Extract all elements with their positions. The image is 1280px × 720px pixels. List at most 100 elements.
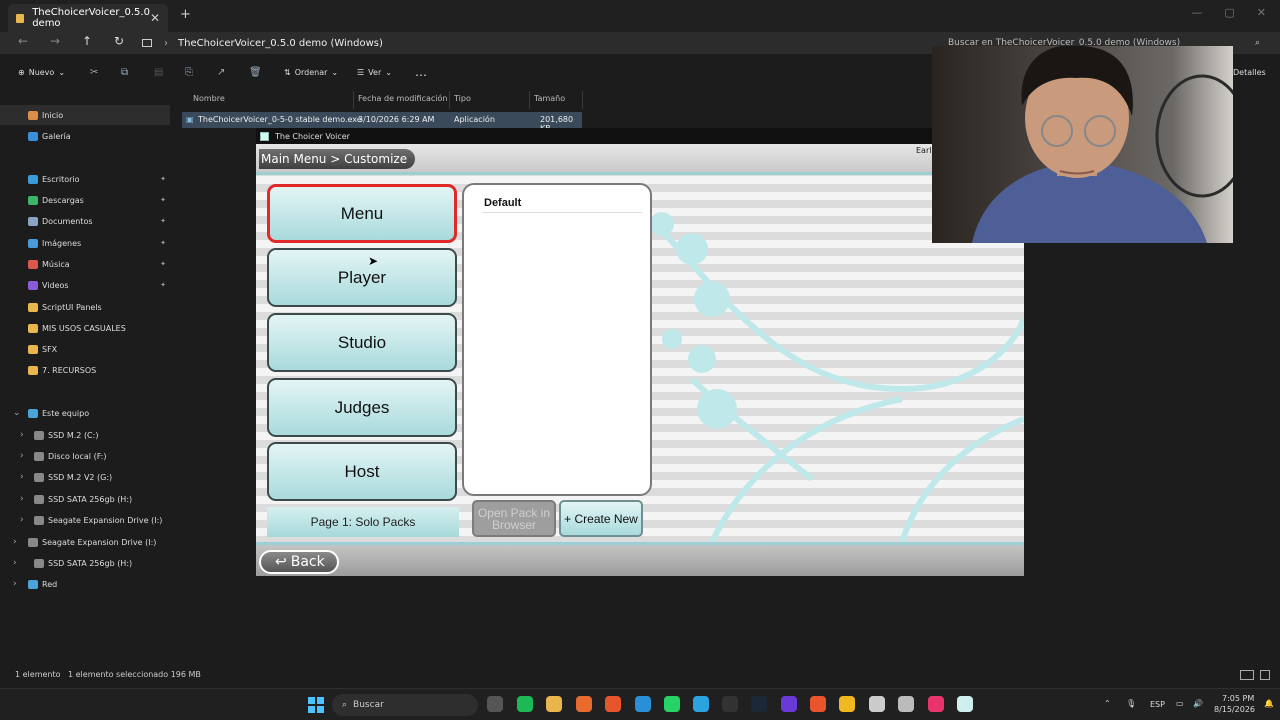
- sort-button[interactable]: ⇅ Ordenar ⌄: [284, 68, 338, 77]
- chevron-right-icon[interactable]: ›: [20, 515, 24, 525]
- column-header-type[interactable]: Tipo: [454, 94, 471, 103]
- sidebar-item[interactable]: › SSD M.2 V2 (G:): [0, 467, 170, 487]
- chevron-right-icon[interactable]: ›: [13, 558, 17, 568]
- pin-icon[interactable]: ✦: [160, 175, 166, 183]
- close-window-icon[interactable]: ✕: [1257, 6, 1266, 19]
- refresh-icon[interactable]: ↻: [114, 34, 124, 48]
- details-view-icon[interactable]: [1240, 670, 1254, 680]
- chevron-up-icon[interactable]: ⌃: [1104, 699, 1111, 708]
- clock-time[interactable]: 7:05 PM: [1222, 694, 1254, 703]
- pack-list[interactable]: Default: [462, 183, 652, 496]
- sidebar-item[interactable]: Videos ✦: [0, 275, 170, 295]
- chrome-icon[interactable]: [869, 696, 885, 712]
- copy-icon[interactable]: ⧉: [121, 67, 128, 78]
- back-button[interactable]: ↩ Back: [259, 550, 339, 574]
- chevron-right-icon[interactable]: ›: [20, 451, 24, 461]
- pack-list-item[interactable]: Default: [484, 197, 521, 209]
- sidebar-item[interactable]: Galería: [0, 126, 170, 146]
- chevron-right-icon[interactable]: ›: [13, 537, 17, 547]
- minimize-icon[interactable]: —: [1191, 6, 1202, 19]
- obs-icon[interactable]: [781, 696, 797, 712]
- create-new-button[interactable]: + Create New: [559, 500, 643, 537]
- sidebar-item[interactable]: ScriptUI Panels: [0, 297, 170, 317]
- sidebar-item[interactable]: › SSD SATA 256gb (H:): [0, 489, 170, 509]
- maximize-icon[interactable]: ▢: [1224, 6, 1234, 19]
- chevron-right-icon[interactable]: ›: [20, 494, 24, 504]
- whatsapp-icon[interactable]: [664, 696, 680, 712]
- menu-button-menu[interactable]: Menu: [267, 184, 457, 243]
- details-button[interactable]: Detalles: [1233, 68, 1266, 77]
- sidebar-item[interactable]: › Disco local (F:): [0, 446, 170, 466]
- sidebar-item[interactable]: ⌄ Este equipo: [0, 403, 170, 423]
- task-view-icon[interactable]: [487, 696, 503, 712]
- back-arrow-icon[interactable]: ←: [18, 34, 28, 48]
- sidebar-item[interactable]: › SSD M.2 (C:): [0, 425, 170, 445]
- menu-button-judges[interactable]: Judges: [267, 378, 457, 437]
- pin-icon[interactable]: ✦: [160, 217, 166, 225]
- network-icon[interactable]: ▭: [1176, 699, 1184, 708]
- pin-icon[interactable]: ✦: [160, 239, 166, 247]
- paste-icon[interactable]: ▤: [154, 67, 163, 78]
- menu-button-player[interactable]: Player: [267, 248, 457, 307]
- page-selector[interactable]: Page 1: Solo Packs: [267, 507, 459, 537]
- choicer-voicer-icon[interactable]: [957, 696, 973, 712]
- cut-icon[interactable]: ✂: [90, 67, 98, 78]
- chevron-down-icon[interactable]: ⌄: [13, 408, 21, 418]
- column-header-size[interactable]: Tamaño: [534, 94, 565, 103]
- share-icon[interactable]: ↗: [217, 67, 225, 78]
- sidebar-item[interactable]: Música ✦: [0, 254, 170, 274]
- delete-icon[interactable]: 🗑: [249, 67, 262, 78]
- spotify-icon[interactable]: [517, 696, 533, 712]
- explorer-tab[interactable]: TheChoicerVoicer_0.5.0 demo ✕: [8, 4, 168, 32]
- rockstar-icon[interactable]: [839, 696, 855, 712]
- column-header-name[interactable]: Nombre: [193, 94, 225, 103]
- chevron-right-icon[interactable]: ›: [13, 579, 17, 589]
- up-arrow-icon[interactable]: ↑: [82, 34, 92, 48]
- sidebar-item[interactable]: Descargas ✦: [0, 190, 170, 210]
- more-options-icon[interactable]: ⋯: [415, 68, 427, 82]
- language-indicator[interactable]: ESP: [1150, 700, 1165, 709]
- sidebar-item[interactable]: › SSD SATA 256gb (H:): [0, 553, 170, 573]
- microphone-icon[interactable]: 🎙: [1126, 699, 1136, 708]
- sidebar-item[interactable]: › Seagate Expansion Drive (I:): [0, 510, 170, 530]
- sidebar-item[interactable]: MIS USOS CASUALES: [0, 318, 170, 338]
- sidebar-item[interactable]: › Red: [0, 574, 170, 594]
- sidebar-item[interactable]: Imágenes ✦: [0, 233, 170, 253]
- epic-games-icon[interactable]: [722, 696, 738, 712]
- tiktok-icon[interactable]: [928, 696, 944, 712]
- open-pack-button[interactable]: Open Pack in Browser: [472, 500, 556, 537]
- notification-icon[interactable]: 🔔: [1264, 699, 1274, 708]
- file-row[interactable]: ▣ TheChoicerVoicer_0-5-0 stable demo.exe…: [182, 112, 582, 133]
- volume-icon[interactable]: 🔊: [1193, 699, 1203, 708]
- sidebar-item[interactable]: › Seagate Expansion Drive (I:): [0, 532, 170, 552]
- file-explorer-icon[interactable]: [546, 696, 562, 712]
- forward-arrow-icon[interactable]: →: [50, 34, 60, 48]
- sidebar-item[interactable]: Documentos ✦: [0, 211, 170, 231]
- menu-button-host[interactable]: Host: [267, 442, 457, 501]
- address-bar[interactable]: › TheChoicerVoicer_0.5.0 demo (Windows): [142, 34, 922, 52]
- chevron-right-icon[interactable]: ›: [20, 472, 24, 482]
- new-tab-icon[interactable]: +: [180, 7, 191, 22]
- sidebar-item[interactable]: Inicio: [0, 105, 170, 125]
- pin-icon[interactable]: ✦: [160, 260, 166, 268]
- firefox-icon[interactable]: [576, 696, 592, 712]
- origin-icon[interactable]: [810, 696, 826, 712]
- sidebar-item[interactable]: Escritorio ✦: [0, 169, 170, 189]
- new-button[interactable]: ⊕ Nuevo ⌄: [18, 68, 65, 77]
- steam-icon[interactable]: [751, 696, 767, 712]
- telegram-icon[interactable]: [693, 696, 709, 712]
- view-button[interactable]: ☰ Ver ⌄: [357, 68, 392, 77]
- menu-button-studio[interactable]: Studio: [267, 313, 457, 372]
- column-header-modified[interactable]: Fecha de modificación: [358, 94, 447, 103]
- pin-icon[interactable]: ✦: [160, 281, 166, 289]
- rename-icon[interactable]: ⎘: [185, 67, 193, 78]
- sidebar-item[interactable]: SFX: [0, 339, 170, 359]
- capture-icon[interactable]: [898, 696, 914, 712]
- sidebar-item[interactable]: 7. RECURSOS: [0, 360, 170, 380]
- chevron-right-icon[interactable]: ›: [20, 430, 24, 440]
- taskbar-search[interactable]: ⌕ Buscar: [332, 694, 478, 716]
- edge-icon[interactable]: [635, 696, 651, 712]
- brave-icon[interactable]: [605, 696, 621, 712]
- windows-start-icon[interactable]: [308, 697, 324, 713]
- close-tab-icon[interactable]: ✕: [150, 11, 160, 25]
